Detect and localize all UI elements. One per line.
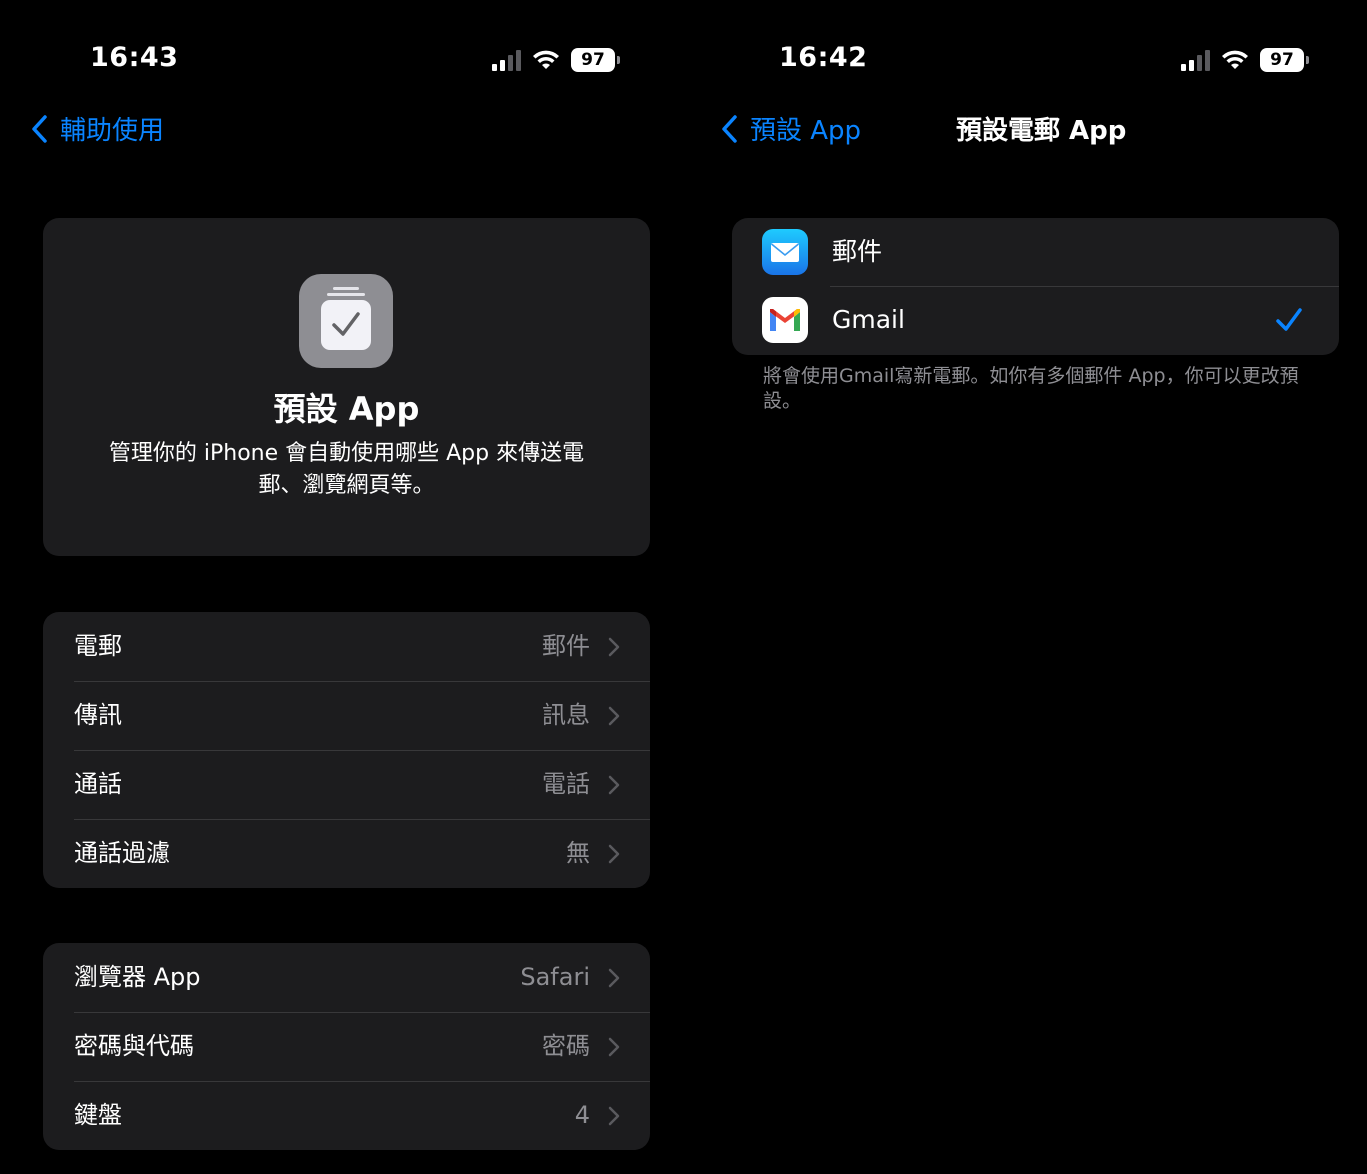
row-label: 通話: [74, 770, 122, 798]
status-icons: 97: [492, 46, 620, 74]
chevron-right-icon: [608, 775, 620, 795]
page-title: 預設 App: [273, 390, 420, 428]
row-label: 鍵盤: [74, 1101, 122, 1129]
battery-level: 97: [571, 48, 615, 72]
row-label: 通話過濾: [74, 839, 170, 867]
option-gmail[interactable]: Gmail: [732, 286, 1339, 354]
row-messaging[interactable]: 傳訊 訊息: [43, 681, 650, 750]
chevron-right-icon: [608, 637, 620, 657]
wifi-icon: [1222, 50, 1248, 69]
option-label: Gmail: [832, 305, 905, 334]
footnote: 將會使用Gmail寫新電郵。如你有多個郵件 App，你可以更改預設。: [763, 365, 1299, 412]
row-value: 4: [574, 1101, 590, 1129]
checkmark-icon: [1276, 308, 1302, 331]
gmail-app-icon: [762, 297, 808, 343]
back-button-label: 輔助使用: [60, 116, 165, 146]
option-mail[interactable]: 郵件: [732, 218, 1339, 286]
checklist-icon: [299, 274, 393, 368]
back-button[interactable]: 輔助使用: [30, 110, 164, 147]
other-defaults-group: 瀏覽器 App Safari 密碼與代碼 密碼 鍵盤 4: [43, 943, 650, 1150]
row-keyboards[interactable]: 鍵盤 4: [43, 1081, 650, 1150]
battery-level: 97: [1260, 48, 1304, 72]
row-calling[interactable]: 通話 電話: [43, 750, 650, 819]
back-button-label: 預設 App: [750, 116, 862, 146]
row-browser-app[interactable]: 瀏覽器 App Safari: [43, 943, 650, 1012]
row-label: 電郵: [74, 632, 122, 660]
default-email-app-screen: 16:42 97 預設 App 預設電郵 App 郵件 Gmail 將會使用Gm…: [690, 0, 1367, 1174]
row-value: 電話: [542, 770, 590, 798]
chevron-right-icon: [608, 968, 620, 988]
email-app-options: 郵件 Gmail: [732, 218, 1339, 355]
status-time: 16:43: [90, 42, 179, 73]
row-value: 訊息: [542, 701, 590, 729]
cellular-signal-icon: [492, 49, 521, 71]
chevron-left-icon: [722, 114, 737, 143]
chevron-right-icon: [608, 706, 620, 726]
page-description: 管理你的 iPhone 會自動使用哪些 App 來傳送電郵、瀏覽網頁等。: [108, 441, 585, 498]
back-button[interactable]: 預設 App: [720, 110, 861, 147]
row-value: 無: [566, 839, 590, 867]
battery-icon: 97: [571, 48, 620, 72]
default-apps-screen: 16:43 97 輔助使用 預設 App 管理你的 iPhone 會自動使用哪些…: [0, 0, 690, 1174]
row-label: 傳訊: [74, 701, 122, 729]
battery-icon: 97: [1260, 48, 1309, 72]
status-icons: 97: [1181, 46, 1309, 74]
mail-app-icon: [762, 229, 808, 275]
chevron-right-icon: [608, 1037, 620, 1057]
row-passwords[interactable]: 密碼與代碼 密碼: [43, 1012, 650, 1081]
status-time: 16:42: [779, 42, 868, 73]
row-value: Safari: [520, 963, 590, 991]
cellular-signal-icon: [1181, 49, 1210, 71]
row-value: 密碼: [542, 1032, 590, 1060]
row-value: 郵件: [542, 632, 590, 660]
row-call-filtering[interactable]: 通話過濾 無: [43, 819, 650, 888]
wifi-icon: [533, 50, 559, 69]
option-label: 郵件: [832, 237, 883, 266]
nav-title: 預設電郵 App: [956, 116, 1127, 146]
chevron-right-icon: [608, 844, 620, 864]
row-email[interactable]: 電郵 郵件: [43, 612, 650, 681]
chevron-right-icon: [608, 1106, 620, 1126]
row-label: 瀏覽器 App: [74, 963, 201, 991]
communication-defaults-group: 電郵 郵件 傳訊 訊息 通話 電話 通話過濾 無: [43, 612, 650, 888]
chevron-left-icon: [32, 114, 47, 143]
header-card: 預設 App 管理你的 iPhone 會自動使用哪些 App 來傳送電郵、瀏覽網…: [43, 218, 650, 556]
row-label: 密碼與代碼: [74, 1032, 194, 1060]
